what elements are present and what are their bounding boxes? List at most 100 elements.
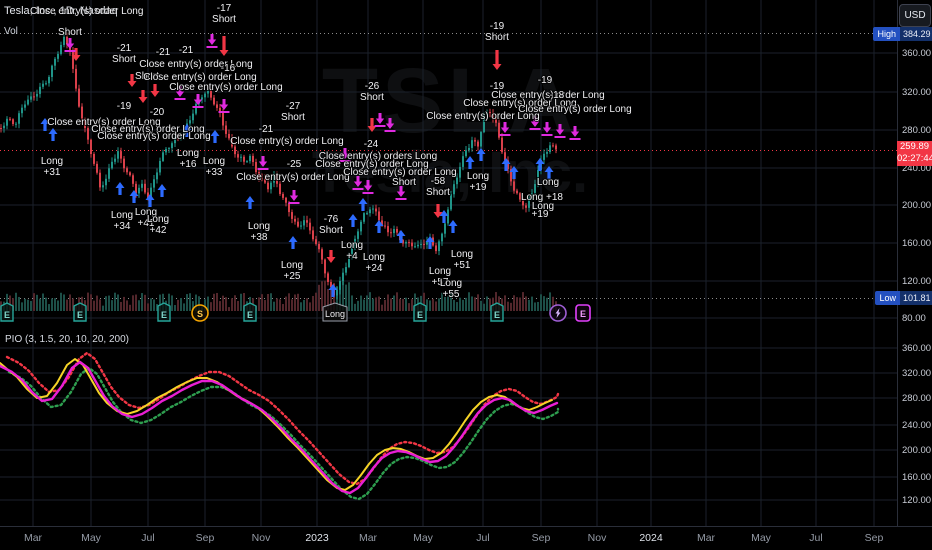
signal-label: Long: [537, 177, 559, 188]
time-tick-month[interactable]: May: [81, 532, 101, 544]
candle-body: [417, 244, 419, 247]
currency-button[interactable]: USD: [899, 4, 931, 27]
pio-indicator-panel[interactable]: [0, 330, 897, 526]
signal-label: Close entry(s) order Long: [169, 82, 282, 93]
candle-body: [384, 225, 386, 227]
volume-bar: [285, 296, 287, 311]
time-tick-year[interactable]: 2024: [639, 532, 662, 544]
earnings-letter: E: [77, 310, 83, 320]
time-tick-month[interactable]: Nov: [252, 532, 271, 544]
price-axis[interactable]: USD 360.00 320.00 280.00 240.00 200.00 160.00…: [897, 0, 932, 550]
price-tick: 280.00: [902, 393, 932, 404]
main-price-chart[interactable]: Short-17 Short-21 Short-21 -21Close entry(s…: [0, 0, 897, 330]
signal-label: Short: [58, 27, 82, 38]
candle-body: [36, 93, 38, 97]
close-entry-arrow-icon: [555, 124, 565, 135]
volume-bar: [483, 303, 485, 311]
volume-bar: [60, 292, 62, 311]
volume-bar: [453, 300, 455, 311]
time-axis[interactable]: Mar May Jul Sep Nov 2023 Mar May Jul Sep Nov 2024 Ma…: [0, 526, 932, 550]
candle-body: [366, 213, 368, 215]
pio-indicator-label[interactable]: PIO (3, 1.5, 20, 10, 20, 200): [5, 334, 129, 345]
volume-bar: [429, 300, 431, 311]
volume-bar: [456, 302, 458, 311]
candle-body: [297, 221, 299, 227]
signal-label: -26 Short: [360, 81, 384, 103]
close-entry-arrow-icon: [363, 180, 373, 191]
time-tick-month[interactable]: Sep: [532, 532, 551, 544]
candle-body: [51, 65, 53, 77]
volume-bar: [18, 296, 20, 311]
candle-body: [546, 152, 548, 154]
volume-bar: [189, 293, 191, 311]
time-tick-month[interactable]: May: [751, 532, 771, 544]
candle-body: [390, 232, 392, 234]
last-price: 259.89: [899, 141, 930, 152]
candle-body: [246, 161, 248, 163]
time-tick-month[interactable]: Jul: [141, 532, 154, 544]
time-tick-month[interactable]: Mar: [24, 532, 42, 544]
volume-indicator-label[interactable]: Vol: [4, 26, 18, 37]
candle-body: [96, 163, 98, 173]
candle-body: [471, 140, 473, 148]
long-entry-arrow-icon: [129, 190, 139, 203]
low-value: 101.81: [900, 291, 932, 305]
candle-body: [378, 211, 380, 221]
candle-body: [342, 272, 344, 281]
volume-bar: [123, 296, 125, 311]
candle-body: [252, 155, 254, 163]
signal-label: Close entry(s) order Long: [230, 136, 343, 147]
price-tick: 360.00: [902, 343, 932, 354]
candle-body: [249, 155, 251, 162]
candle-body: [525, 205, 527, 208]
last-price-box[interactable]: 259.89 02:27:44: [897, 141, 932, 166]
time-tick-month[interactable]: Sep: [196, 532, 215, 544]
volume-bar: [519, 297, 521, 311]
candle-body: [291, 212, 293, 219]
earnings-letter: E: [417, 310, 423, 320]
volume-bar: [273, 301, 275, 311]
candle-body: [213, 97, 215, 105]
volume-bar: [144, 294, 146, 311]
close-entry-arrow-icon: [289, 190, 299, 201]
time-tick-month[interactable]: May: [413, 532, 433, 544]
time-tick-month[interactable]: Jul: [809, 532, 822, 544]
time-tick-month[interactable]: Sep: [865, 532, 884, 544]
candle-body: [102, 185, 104, 188]
volume-bar: [102, 305, 104, 311]
time-tick-month[interactable]: Jul: [476, 532, 489, 544]
time-tick-month[interactable]: Mar: [359, 532, 377, 544]
candle-body: [132, 175, 134, 184]
volume-bar: [126, 300, 128, 311]
volume-bar: [507, 301, 509, 311]
candle-body: [327, 273, 329, 282]
candle-body: [294, 218, 296, 222]
volume-bar: [237, 300, 239, 311]
signal-label: -19 Short: [485, 21, 509, 43]
volume-bar: [525, 296, 527, 311]
price-tick: 200.00: [902, 445, 932, 456]
time-tick-year[interactable]: 2023: [305, 532, 328, 544]
volume-bar: [93, 300, 95, 311]
candle-body: [108, 168, 110, 179]
volume-bar: [546, 297, 548, 311]
candle-body: [543, 153, 545, 160]
close-entry-arrow-icon: [375, 113, 385, 124]
candle-body: [162, 152, 164, 161]
volume-bar: [153, 299, 155, 311]
candle-body: [285, 197, 287, 203]
volume-bar: [24, 298, 26, 311]
candle-body: [225, 125, 227, 134]
volume-bar: [477, 294, 479, 311]
time-tick-month[interactable]: Nov: [588, 532, 607, 544]
candle-body: [324, 259, 326, 274]
candle-body: [444, 223, 446, 234]
signal-label: Close entry(s) order Long: [139, 59, 252, 70]
signal-label: Short: [392, 177, 416, 188]
signal-label: -21: [259, 124, 274, 135]
low-price-badge: Low 101.81: [875, 291, 932, 305]
candle-body: [435, 245, 437, 252]
volume-bar: [186, 294, 188, 311]
volume-bar: [225, 297, 227, 311]
time-tick-month[interactable]: Mar: [697, 532, 715, 544]
